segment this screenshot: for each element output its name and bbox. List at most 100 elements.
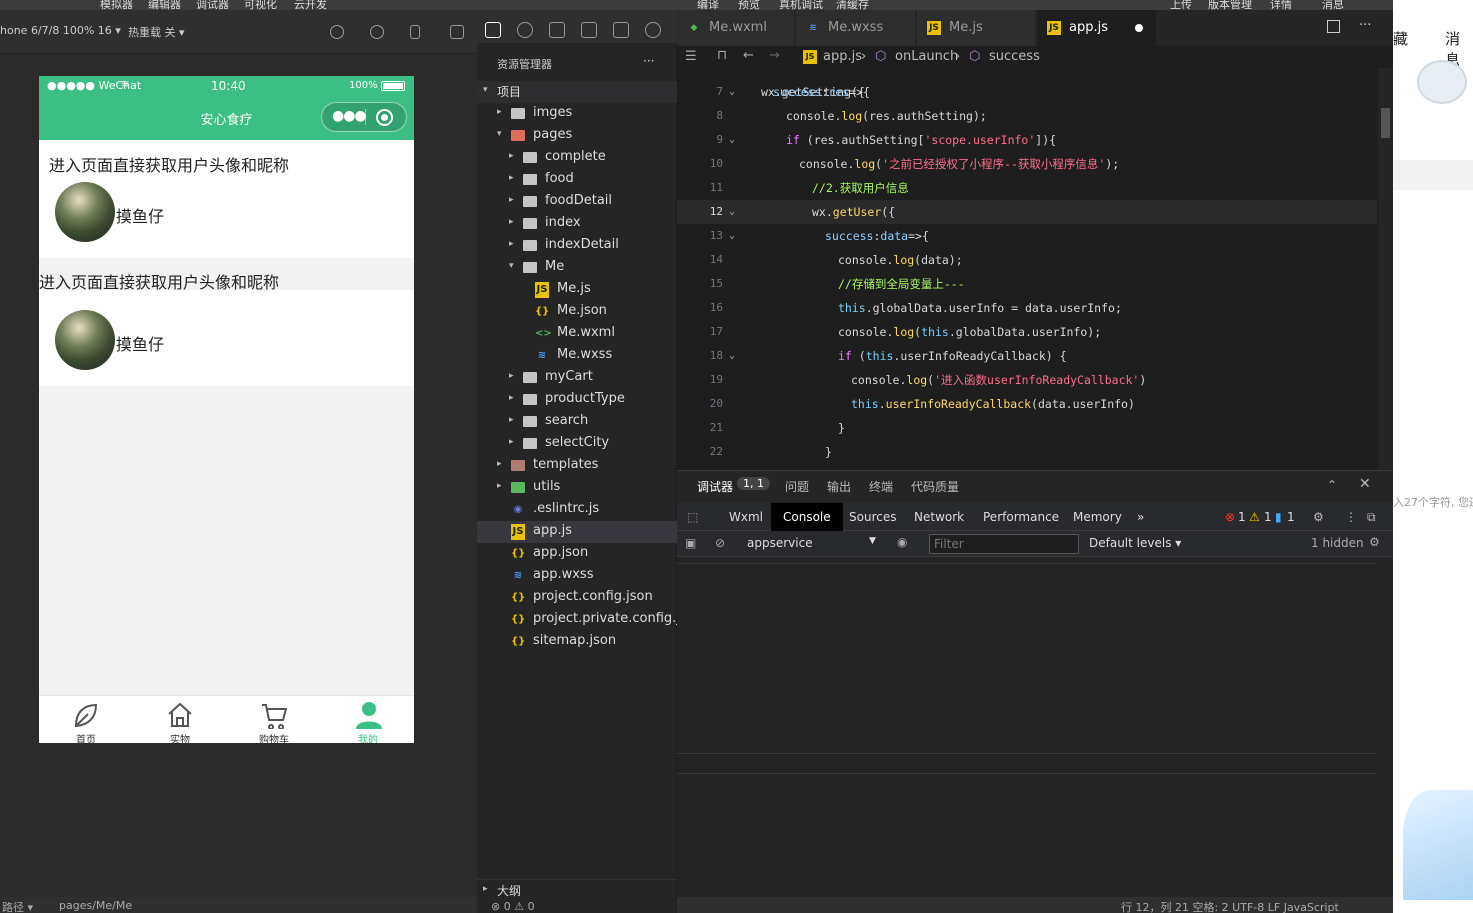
tab-code-quality[interactable]: 代码质量 (911, 478, 959, 495)
explorer-more-button[interactable]: ··· (643, 54, 654, 68)
fold-chevron-icon[interactable]: ⌄ (729, 344, 735, 368)
error-count[interactable]: 1 (1238, 510, 1246, 524)
tree-item-me[interactable]: ▾ Me (477, 257, 677, 279)
close-circle-icon[interactable] (376, 109, 393, 126)
tab-wxml[interactable]: Wxml (729, 510, 763, 524)
tree-item-me-wxml[interactable]: <> Me.wxml (477, 323, 677, 345)
tree-item--eslintrc-js[interactable]: ◉ .eslintrc.js (477, 499, 677, 521)
tab-sources[interactable]: Sources (849, 510, 896, 524)
phone-icon[interactable] (410, 25, 420, 39)
tab-terminal[interactable]: 终端 (869, 478, 893, 495)
editor-tab-me-js[interactable]: JS Me.js (917, 10, 1036, 46)
source-control-icon[interactable] (549, 22, 565, 38)
search-icon[interactable] (517, 22, 533, 38)
fold-chevron-icon[interactable]: ⌄ (729, 200, 735, 224)
menu-item-0[interactable]: 模拟器 (100, 0, 133, 10)
console-settings-icon[interactable]: ⚙ (1369, 535, 1380, 549)
tree-item-project-private-config-js---[interactable]: {} project.private.config.js... (477, 609, 677, 631)
menu-item-9[interactable]: 上传 (1170, 0, 1192, 10)
clear-console-icon[interactable]: ⊘ (715, 536, 725, 550)
menu-item-8[interactable]: 清缓存 (836, 0, 869, 10)
menu-item-12[interactable]: 消息 (1322, 0, 1344, 10)
tree-item-app-json[interactable]: {} app.json (477, 543, 677, 565)
tree-item-search[interactable]: ▸ search (477, 411, 677, 433)
outline-section[interactable]: ▸ 大纲 (477, 879, 677, 901)
console-filter-input[interactable] (929, 534, 1079, 554)
tree-item-complete[interactable]: ▸ complete (477, 147, 677, 169)
menu-item-11[interactable]: 详情 (1270, 0, 1292, 10)
menu-item-7[interactable]: 真机调试 (779, 0, 823, 10)
tab-console[interactable]: Console (771, 503, 843, 531)
dock-icon[interactable]: ⧉ (1367, 510, 1376, 525)
code-editor[interactable]: wx.getSetting({ 7 ⌄ success:res=>{8 console… (677, 68, 1393, 470)
tab-problems[interactable]: 问题 (785, 478, 809, 495)
crumb-function[interactable]: onLaunch (895, 49, 958, 64)
extensions-icon[interactable] (581, 22, 597, 38)
tab-home[interactable]: 首页 (39, 696, 133, 743)
warning-count[interactable]: 1 (1264, 510, 1272, 524)
tree-item-sitemap-json[interactable]: {} sitemap.json (477, 631, 677, 653)
tab-memory[interactable]: Memory (1073, 510, 1122, 524)
tree-item-me-json[interactable]: {} Me.json (477, 301, 677, 323)
refresh-icon[interactable] (330, 25, 344, 39)
device-select[interactable]: hone 6/7/8 100% 16 ▾ (0, 24, 121, 37)
tree-item-imges[interactable]: ▸ imges (477, 103, 677, 125)
scroll-thumb[interactable] (1381, 108, 1390, 138)
bookmark-icon[interactable]: ⊓ (717, 48, 727, 63)
tree-item-pages[interactable]: ▾ pages (477, 125, 677, 147)
tree-item-selectcity[interactable]: ▸ selectCity (477, 433, 677, 455)
crumb-member[interactable]: success (989, 49, 1040, 64)
debug-icon[interactable] (613, 22, 629, 38)
menu-item-5[interactable]: 编译 (697, 0, 719, 10)
menu-item-4[interactable]: 云开发 (294, 0, 327, 10)
stop-icon[interactable] (370, 25, 384, 39)
window-icon[interactable] (450, 25, 464, 39)
tree-item-mycart[interactable]: ▸ myCart (477, 367, 677, 389)
settings-gear-icon[interactable]: ⚙ (1313, 510, 1324, 524)
crumb-file[interactable]: app.js (823, 49, 862, 64)
kebab-icon[interactable]: ⋮ (1345, 510, 1357, 524)
tree-item-utils[interactable]: ▸ utils (477, 477, 677, 499)
tree-item-fooddetail[interactable]: ▸ foodDetail (477, 191, 677, 213)
unsaved-dot-icon[interactable] (1135, 24, 1143, 32)
more-actions-icon[interactable]: ··· (1359, 18, 1371, 33)
editor-tab-app-js[interactable]: JS app.js (1037, 10, 1157, 46)
more-tabs-icon[interactable]: » (1137, 510, 1144, 524)
scrollbar[interactable] (1378, 68, 1393, 470)
tree-item-me-js[interactable]: JS Me.js (477, 279, 677, 301)
path-label[interactable]: 路径 ▾ (2, 899, 33, 913)
log-levels-select[interactable]: Default levels ▾ (1089, 536, 1181, 550)
close-icon[interactable]: ✕ (1359, 476, 1371, 492)
eye-icon[interactable]: ◉ (897, 535, 907, 549)
menu-item-1[interactable]: 编辑器 (148, 0, 181, 10)
hot-reload-toggle[interactable]: 热重载 关 ▾ (128, 24, 185, 40)
editor-tab-me-wxml[interactable]: ◆ Me.wxml (677, 10, 795, 46)
tab-network[interactable]: Network (914, 510, 964, 524)
cloud-icon[interactable] (645, 22, 661, 38)
editor-tab-me-wxss[interactable]: ≋ Me.wxss (796, 10, 916, 46)
tree-item-index[interactable]: ▸ index (477, 213, 677, 235)
tree-item-app-js[interactable]: JS app.js (477, 521, 677, 543)
tree-item-me-wxss[interactable]: ≋ Me.wxss (477, 345, 677, 367)
more-dots-icon[interactable]: ●●● (332, 108, 367, 124)
menu-item-6[interactable]: 预览 (738, 0, 760, 10)
menu-item-10[interactable]: 版本管理 (1208, 0, 1252, 10)
tab-cart[interactable]: 购物车 (227, 696, 321, 743)
tree-item-producttype[interactable]: ▸ productType (477, 389, 677, 411)
tab-debugger[interactable]: 调试器 (697, 478, 733, 495)
info-count[interactable]: 1 (1287, 510, 1295, 524)
tree-item-templates[interactable]: ▸ templates (477, 455, 677, 477)
tab-me[interactable]: 我的 (321, 696, 414, 743)
sidebar-toggle-icon[interactable]: ▣ (685, 536, 696, 550)
collapse-icon[interactable]: ⌃ (1327, 478, 1337, 492)
cursor-status[interactable]: 行 12，列 21 空格: 2 UTF-8 LF JavaScript (1121, 899, 1339, 913)
tab-performance[interactable]: Performance (983, 510, 1059, 524)
tree-item-app-wxss[interactable]: ≋ app.wxss (477, 565, 677, 587)
tree-item-food[interactable]: ▸ food (477, 169, 677, 191)
forward-arrow-icon[interactable]: → (769, 48, 780, 63)
inspect-icon[interactable]: ⬚ (687, 510, 698, 524)
menu-item-3[interactable]: 可视化 (244, 0, 277, 10)
split-editor-icon[interactable] (1327, 20, 1340, 33)
fold-chevron-icon[interactable]: ⌄ (729, 80, 735, 104)
project-section[interactable]: ▾ 项目 (477, 81, 677, 103)
